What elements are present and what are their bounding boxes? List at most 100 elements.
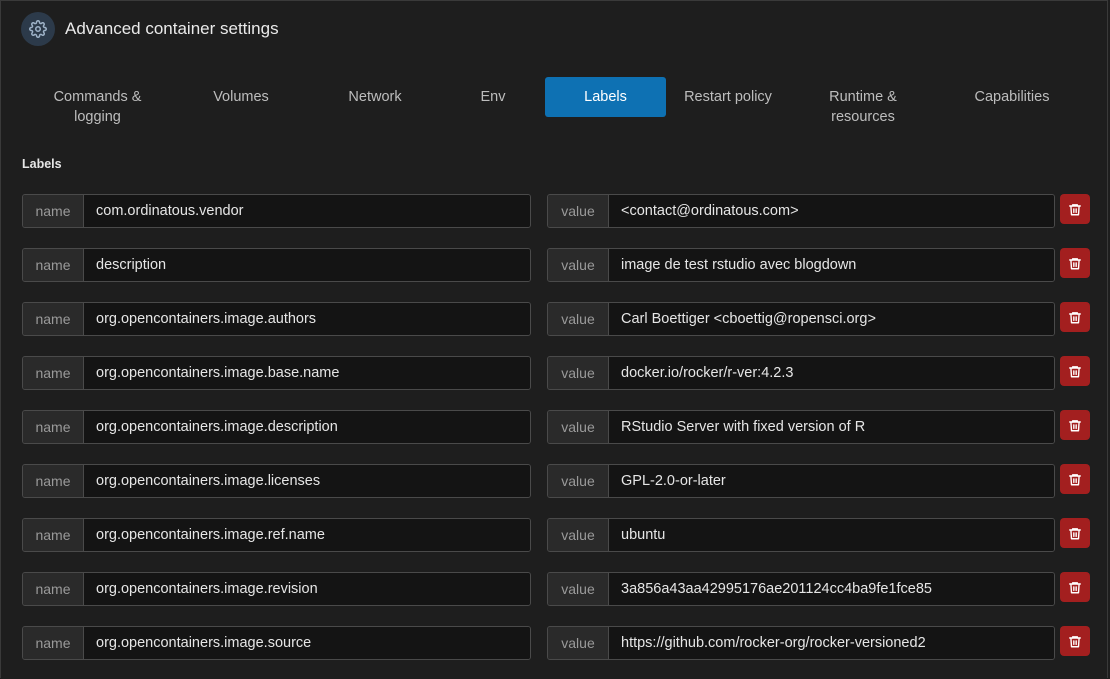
name-addon: name bbox=[23, 195, 84, 227]
value-addon: value bbox=[548, 411, 609, 443]
label-name-input[interactable]: org.opencontainers.image.revision bbox=[84, 573, 530, 605]
value-addon: value bbox=[548, 573, 609, 605]
label-row: name org.opencontainers.image.ref.name v… bbox=[22, 518, 1092, 552]
tab-capabilities[interactable]: Capabilities bbox=[942, 77, 1082, 117]
value-addon: value bbox=[548, 357, 609, 389]
tab-label: Env bbox=[480, 89, 506, 105]
panel-header: Advanced container settings bbox=[21, 12, 279, 46]
panel-title: Advanced container settings bbox=[65, 19, 279, 38]
label-name-input[interactable]: org.opencontainers.image.base.name bbox=[84, 357, 530, 389]
label-name-group: name org.opencontainers.image.licenses bbox=[22, 464, 531, 498]
label-value-group: value <contact@ordinatous.com> bbox=[547, 194, 1055, 228]
tab-label: Restart policy bbox=[684, 89, 772, 105]
label-value-group: value Carl Boettiger <cboettig@ropensci.… bbox=[547, 302, 1055, 336]
label-name-group: name description bbox=[22, 248, 531, 282]
name-addon: name bbox=[23, 357, 84, 389]
label-value-input[interactable]: docker.io/rocker/r-ver:4.2.3 bbox=[609, 357, 1054, 389]
tab-label: Commands & logging bbox=[53, 89, 142, 125]
delete-label-button[interactable] bbox=[1060, 356, 1090, 386]
tab-label: Capabilities bbox=[974, 89, 1050, 105]
label-value-group: value ubuntu bbox=[547, 518, 1055, 552]
section-title: Labels bbox=[22, 157, 62, 171]
trash-icon bbox=[1069, 635, 1081, 647]
label-value-input[interactable]: Carl Boettiger <cboettig@ropensci.org> bbox=[609, 303, 1054, 335]
trash-icon bbox=[1069, 473, 1081, 485]
delete-label-button[interactable] bbox=[1060, 248, 1090, 278]
delete-label-button[interactable] bbox=[1060, 464, 1090, 494]
label-name-group: name com.ordinatous.vendor bbox=[22, 194, 531, 228]
trash-icon bbox=[1069, 203, 1081, 215]
delete-label-button[interactable] bbox=[1060, 626, 1090, 656]
trash-icon bbox=[1069, 257, 1081, 269]
name-addon: name bbox=[23, 303, 84, 335]
label-row: name org.opencontainers.image.descriptio… bbox=[22, 410, 1092, 444]
value-addon: value bbox=[548, 195, 609, 227]
label-value-group: value image de test rstudio avec blogdow… bbox=[547, 248, 1055, 282]
value-addon: value bbox=[548, 519, 609, 551]
label-name-group: name org.opencontainers.image.ref.name bbox=[22, 518, 531, 552]
label-name-input[interactable]: org.opencontainers.image.ref.name bbox=[84, 519, 530, 551]
delete-label-button[interactable] bbox=[1060, 302, 1090, 332]
tab-label: Labels bbox=[584, 89, 627, 105]
name-addon: name bbox=[23, 465, 84, 497]
label-value-group: value docker.io/rocker/r-ver:4.2.3 bbox=[547, 356, 1055, 390]
label-row: name org.opencontainers.image.authors va… bbox=[22, 302, 1092, 336]
tab-label: Network bbox=[348, 89, 402, 105]
name-addon: name bbox=[23, 249, 84, 281]
label-name-input[interactable]: org.opencontainers.image.authors bbox=[84, 303, 530, 335]
label-value-group: value RStudio Server with fixed version … bbox=[547, 410, 1055, 444]
label-value-group: value https://github.com/rocker-org/rock… bbox=[547, 626, 1055, 660]
label-row: name org.opencontainers.image.source val… bbox=[22, 626, 1092, 660]
settings-tabs: Commands & logging Volumes Network Env L… bbox=[21, 77, 1091, 131]
label-row: name org.opencontainers.image.licenses v… bbox=[22, 464, 1092, 498]
delete-label-button[interactable] bbox=[1060, 410, 1090, 440]
value-addon: value bbox=[548, 627, 609, 659]
label-name-input[interactable]: description bbox=[84, 249, 530, 281]
tab-volumes[interactable]: Volumes bbox=[171, 77, 311, 117]
label-value-input[interactable]: RStudio Server with fixed version of R bbox=[609, 411, 1054, 443]
delete-label-button[interactable] bbox=[1060, 572, 1090, 602]
label-row: name org.opencontainers.image.base.name … bbox=[22, 356, 1092, 390]
label-name-group: name org.opencontainers.image.descriptio… bbox=[22, 410, 531, 444]
label-row: name org.opencontainers.image.revision v… bbox=[22, 572, 1092, 606]
label-value-input[interactable]: https://github.com/rocker-org/rocker-ver… bbox=[609, 627, 1054, 659]
label-name-input[interactable]: org.opencontainers.image.source bbox=[84, 627, 530, 659]
tab-label: Volumes bbox=[213, 89, 269, 105]
tab-restart-policy[interactable]: Restart policy bbox=[668, 77, 788, 117]
name-addon: name bbox=[23, 519, 84, 551]
name-addon: name bbox=[23, 573, 84, 605]
label-value-group: value 3a856a43aa42995176ae201124cc4ba9fe… bbox=[547, 572, 1055, 606]
trash-icon bbox=[1069, 365, 1081, 377]
label-value-input[interactable]: <contact@ordinatous.com> bbox=[609, 195, 1054, 227]
label-name-input[interactable]: com.ordinatous.vendor bbox=[84, 195, 530, 227]
advanced-settings-panel: Advanced container settings Commands & l… bbox=[0, 0, 1108, 678]
label-row: name description value image de test rst… bbox=[22, 248, 1092, 282]
tab-commands-logging[interactable]: Commands & logging bbox=[25, 77, 170, 125]
value-addon: value bbox=[548, 465, 609, 497]
trash-icon bbox=[1069, 527, 1081, 539]
label-name-group: name org.opencontainers.image.source bbox=[22, 626, 531, 660]
delete-label-button[interactable] bbox=[1060, 518, 1090, 548]
name-addon: name bbox=[23, 411, 84, 443]
label-value-input[interactable]: 3a856a43aa42995176ae201124cc4ba9fe1fce85 bbox=[609, 573, 1054, 605]
value-addon: value bbox=[548, 249, 609, 281]
label-name-group: name org.opencontainers.image.revision bbox=[22, 572, 531, 606]
label-value-input[interactable]: GPL-2.0-or-later bbox=[609, 465, 1054, 497]
tab-labels[interactable]: Labels bbox=[545, 77, 666, 117]
tab-label: Runtime & resources bbox=[829, 89, 897, 125]
value-addon: value bbox=[548, 303, 609, 335]
tab-env[interactable]: Env bbox=[423, 77, 563, 117]
label-value-input[interactable]: ubuntu bbox=[609, 519, 1054, 551]
trash-icon bbox=[1069, 581, 1081, 593]
gear-icon bbox=[21, 12, 55, 46]
label-name-input[interactable]: org.opencontainers.image.licenses bbox=[84, 465, 530, 497]
name-addon: name bbox=[23, 627, 84, 659]
label-value-input[interactable]: image de test rstudio avec blogdown bbox=[609, 249, 1054, 281]
label-name-group: name org.opencontainers.image.base.name bbox=[22, 356, 531, 390]
delete-label-button[interactable] bbox=[1060, 194, 1090, 224]
label-name-group: name org.opencontainers.image.authors bbox=[22, 302, 531, 336]
label-name-input[interactable]: org.opencontainers.image.description bbox=[84, 411, 530, 443]
label-row: name com.ordinatous.vendor value <contac… bbox=[22, 194, 1092, 228]
tab-runtime-resources[interactable]: Runtime & resources bbox=[793, 77, 933, 125]
trash-icon bbox=[1069, 419, 1081, 431]
